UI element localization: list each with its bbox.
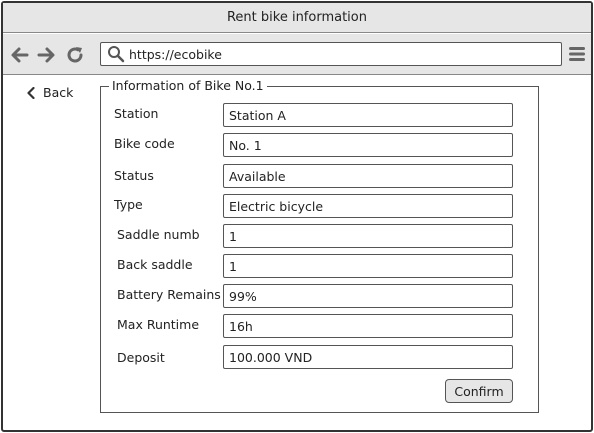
chevron-left-icon (27, 86, 35, 99)
battery-remains-field[interactable]: 99% (223, 284, 513, 308)
window-title: Rent bike information (3, 3, 591, 33)
max-runtime-field[interactable]: 16h (223, 314, 513, 338)
back-arrow-icon[interactable] (10, 45, 30, 65)
field-label-type: Type (114, 197, 143, 212)
menu-icon[interactable] (568, 45, 586, 63)
confirm-button[interactable]: Confirm (445, 379, 513, 403)
type-field[interactable]: Electric bicycle (223, 194, 513, 218)
field-label-battery-remains: Battery Remains (117, 287, 221, 302)
field-label-status: Status (114, 168, 154, 183)
forward-arrow-icon[interactable] (36, 45, 56, 65)
bike-code-field[interactable]: No. 1 (223, 133, 513, 157)
search-icon (108, 46, 125, 63)
url-text: https://ecobike (129, 46, 222, 62)
status-field[interactable]: Available (223, 164, 513, 188)
form-legend: Information of Bike No.1 (109, 78, 267, 93)
back-saddle-field[interactable]: 1 (223, 254, 513, 278)
field-label-bike-code: Bike code (114, 136, 175, 151)
field-label-back-saddle: Back saddle (117, 257, 193, 272)
field-label-station: Station (114, 106, 159, 121)
station-field[interactable]: Station A (223, 103, 513, 127)
deposit-field[interactable]: 100.000 VND (223, 345, 513, 369)
browser-toolbar: https://ecobike (3, 34, 591, 75)
back-link[interactable]: Back (27, 85, 73, 100)
field-label-deposit: Deposit (117, 350, 165, 365)
field-label-max-runtime: Max Runtime (117, 317, 200, 332)
field-label-saddle-numb: Saddle numb (117, 227, 200, 242)
bike-info-form: Information of Bike No.1 Station Station… (100, 78, 539, 413)
browser-window: Rent bike information https://ecobike Ba… (1, 1, 593, 432)
reload-icon[interactable] (65, 45, 85, 65)
address-bar[interactable]: https://ecobike (100, 42, 562, 66)
back-label: Back (43, 85, 74, 100)
saddle-numb-field[interactable]: 1 (223, 224, 513, 248)
